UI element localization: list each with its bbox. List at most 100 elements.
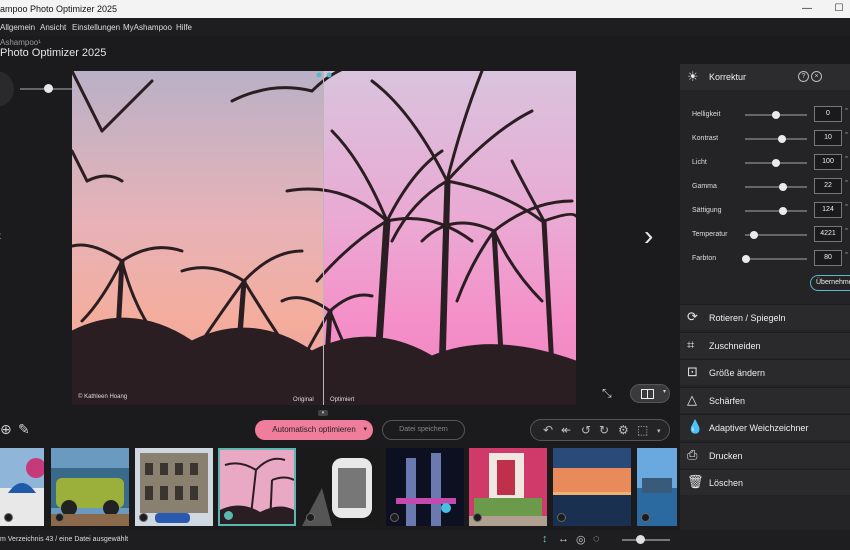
menu-ansicht[interactable]: Ansicht [40,23,66,32]
adjustment-slider-knob[interactable] [772,111,780,119]
adjustment-label: Licht [692,159,707,166]
close-icon[interactable]: × [811,71,822,82]
adjustment-value-field[interactable]: 4221 [814,226,842,242]
tool-label: Schärfen [709,395,746,406]
thumbnail[interactable] [553,448,631,526]
previous-image-icon[interactable]: ‹ [0,227,2,243]
edit-actions-group: ↶ ↞ ↺ ↻ ⚙ ⬚ ▾ [530,419,670,441]
rotate-right-icon[interactable]: ↻ [599,423,609,437]
tool-label: Adaptiver Weichzeichner [709,423,809,433]
tool-schärfen[interactable]: △ Schärfen [680,386,850,413]
tool-adaptiver-weichzeichner[interactable]: 💧 Adaptiver Weichzeichner [680,414,850,440]
adjustment-slider-track[interactable] [745,210,807,212]
thumbnail-checkbox[interactable] [557,513,566,522]
undo-icon[interactable]: ↶ [543,423,553,437]
save-file-button[interactable]: Datei speichern [382,420,465,440]
shrink-view-icon[interactable]: ⤡ [602,386,612,401]
tool-label: Zuschneiden [709,340,761,351]
rotate-icon: ⟳ [687,309,698,324]
spinner-icon[interactable]: ≈ [845,131,848,137]
thumbnail-checkbox[interactable] [306,513,315,522]
menu-allgemein[interactable]: Allgemein [0,23,35,32]
refresh-icon[interactable]: ◎ [576,533,586,546]
fit-height-icon[interactable]: ↕ [542,533,548,545]
thumbnail-checkbox[interactable] [55,513,64,522]
help-icon[interactable]: ? [798,71,809,82]
thumbnail-checkbox[interactable] [641,513,650,522]
thumbnail-checkbox[interactable] [224,511,233,520]
spinner-icon[interactable]: ≈ [845,179,848,185]
compare-view-button[interactable]: ▾ [630,384,670,403]
thumbnail[interactable] [302,448,380,526]
compare-split-handle[interactable] [316,72,332,78]
tool-label: Größe ändern [709,368,766,378]
tool-zuschneiden[interactable]: ⌗ Zuschneiden [680,331,850,358]
zoom-slider-knob[interactable] [44,84,53,93]
spinner-icon[interactable]: ≈ [845,107,848,113]
brush-icon[interactable]: ✎ [18,421,30,438]
auto-optimize-button[interactable]: Automatisch optimieren ▾ [255,420,373,440]
chevron-down-icon[interactable]: ▾ [657,425,661,439]
menu-hilfe[interactable]: Hilfe [176,23,192,32]
tool-drucken[interactable]: ⎙ Drucken [680,441,850,468]
photo-preview[interactable] [72,71,576,405]
adjustment-value-field[interactable]: 80 [814,250,842,266]
spinner-icon[interactable]: ≈ [845,227,848,233]
menu-bar: Allgemein Ansicht Einstellungen MyAshamp… [0,18,850,36]
thumbnail[interactable] [0,448,44,526]
thumbnail[interactable] [386,448,464,526]
tool-rotieren-spiegeln[interactable]: ⟳ Rotieren / Spiegeln [680,304,850,330]
sun-icon: ☀ [687,69,699,84]
next-image-icon[interactable]: › [644,222,653,250]
apply-button[interactable]: Übernehmen [810,275,850,291]
adjustment-value-field[interactable]: 100 [814,154,842,170]
adjustment-label: Sättigung [692,207,722,214]
adjustment-slider-knob[interactable] [772,159,780,167]
add-tag-icon[interactable]: ⊕ [0,421,12,438]
adjustment-slider-track[interactable] [745,258,807,260]
fit-width-icon[interactable]: ↔ [558,533,569,545]
rotate-left-icon[interactable]: ↺ [581,423,591,437]
thumbnail-checkbox[interactable] [4,513,13,522]
maximize-icon[interactable]: ☐ [832,2,846,16]
thumbnail-checkbox[interactable] [473,513,482,522]
thumbnail-checkbox[interactable] [139,513,148,522]
thumbnail-size-knob[interactable] [636,535,645,544]
spinner-icon[interactable]: ≈ [845,155,848,161]
thumbnail[interactable] [51,448,129,526]
undo-all-icon[interactable]: ↞ [561,423,571,437]
adjustment-slider-track[interactable] [745,186,807,188]
adjustment-label: Kontrast [692,135,719,142]
spinner-icon[interactable]: ≈ [845,203,848,209]
menu-myashampoo[interactable]: MyAshampoo [123,23,172,32]
thumbnail[interactable] [637,448,677,526]
adjustment-value-field[interactable]: 0 [814,106,842,122]
compare-split-line[interactable] [323,71,324,405]
tool-label: Löschen [709,478,744,488]
adjustment-value-field[interactable]: 22 [814,178,842,194]
select-icon[interactable]: ⬚ [637,423,648,437]
spinner-icon[interactable]: ≈ [845,251,848,257]
gear-icon[interactable]: ⚙ [618,423,629,437]
thumbnail[interactable] [135,448,213,526]
correction-panel-header[interactable]: ☀ Korrektur ? × [680,64,850,90]
adjustment-value-field[interactable]: 124 [814,202,842,218]
adjustment-value-field[interactable]: 10 [814,130,842,146]
adjustment-label: Temperatur [692,231,728,238]
minimize-icon[interactable]: — [800,2,814,16]
tool-label: Rotieren / Spiegeln [709,313,786,323]
tool-größe-ändern[interactable]: ⊡ Größe ändern [680,359,850,385]
loading-icon[interactable]: ◌ [593,533,600,545]
tool-löschen[interactable]: 🗑 Löschen [680,469,850,495]
collapse-filmstrip-toggle[interactable]: ▾ [318,410,328,416]
thumbnail-size-slider[interactable] [622,539,670,541]
chevron-down-icon[interactable]: ▾ [363,420,367,440]
print-icon: ⎙ [687,446,698,462]
adjustment-slider-knob[interactable] [778,183,787,191]
photo-credit: © Kathleen Hoang [78,394,128,400]
thumbnail-checkbox[interactable] [390,513,399,522]
adjustment-slider-track[interactable] [745,138,807,140]
thumbnail-selected[interactable] [218,448,296,526]
menu-einstellungen[interactable]: Einstellungen [72,23,120,32]
thumbnail[interactable] [469,448,547,526]
